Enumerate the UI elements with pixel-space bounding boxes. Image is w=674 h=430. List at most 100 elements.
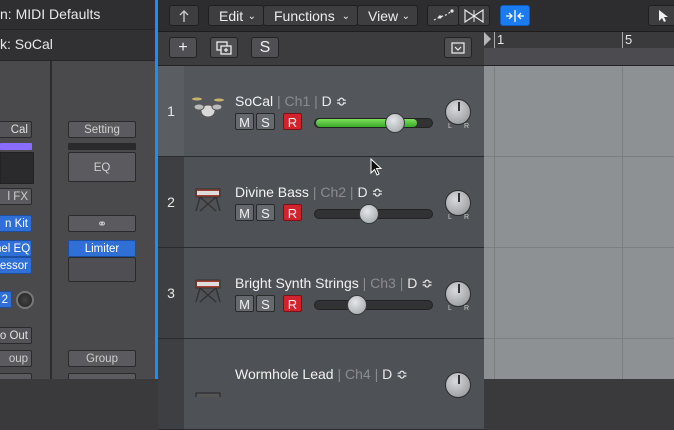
group-slot-left[interactable]: oup <box>0 350 32 367</box>
pan-left-label: L <box>448 305 452 312</box>
solo-button[interactable]: S <box>256 113 275 130</box>
solo-button[interactable]: S <box>256 295 275 312</box>
grid-line <box>484 247 674 248</box>
catch-icon <box>179 10 189 22</box>
pan-right-label: R <box>464 123 470 130</box>
send-slot[interactable]: 2 <box>0 291 12 308</box>
record-enable-button[interactable]: R <box>283 295 302 312</box>
track-header-4[interactable]: Wormhole Lead | Ch4 | D ≎ <box>158 339 484 430</box>
eq-thumbnail[interactable] <box>0 152 34 184</box>
group-slot-right[interactable]: Group <box>68 350 136 367</box>
track-channel-dropdown[interactable]: D ≎ <box>407 275 433 291</box>
volume-fader[interactable] <box>314 300 433 310</box>
synth-icon <box>195 392 221 397</box>
track-name-label: SoCal <box>235 93 274 109</box>
record-enable-button[interactable]: R <box>283 113 302 130</box>
track-name[interactable]: Divine Bass | Ch2 | D ≎ <box>235 184 383 201</box>
track-number: 2 <box>158 157 184 247</box>
grid-line <box>484 156 674 157</box>
pointer-tool-icon <box>659 10 668 22</box>
track-number: 3 <box>158 248 184 338</box>
track-channel-dropdown[interactable]: D ≎ <box>357 184 383 200</box>
track-inspector-header[interactable]: k: SoCal <box>0 30 157 61</box>
chevron-down-icon: ⌄ <box>247 11 256 22</box>
audio-fx-slot-1[interactable]: nel EQ <box>0 240 32 257</box>
functions-menu[interactable]: Functions ⌄ <box>263 5 358 26</box>
ruler-tick <box>622 32 623 48</box>
mute-button[interactable]: M <box>235 113 254 130</box>
ruler-tick <box>494 32 495 48</box>
edit-menu[interactable]: Edit ⌄ <box>208 5 264 26</box>
setting-button[interactable]: Setting <box>68 121 136 138</box>
view-menu[interactable]: View ⌄ <box>357 5 418 26</box>
automation-curve-icon <box>433 9 454 21</box>
ruler-bar-5: 5 <box>625 32 633 47</box>
track-channel-dropdown[interactable]: D ≎ <box>382 366 408 382</box>
midi-fx-slot[interactable]: l FX <box>0 188 32 205</box>
track-name-label: Divine Bass <box>235 184 309 200</box>
automation-slot-right[interactable] <box>68 373 136 379</box>
send-knob[interactable] <box>16 291 34 309</box>
flex-icon <box>464 8 484 24</box>
empty-fx-slot[interactable] <box>68 257 136 282</box>
volume-fader-knob[interactable] <box>346 295 367 315</box>
track-header-2[interactable]: 2 Divine Bass | Ch2 | D ≎ M S R L R <box>158 157 484 248</box>
track-name-label: Wormhole Lead <box>235 366 334 382</box>
grid-line <box>484 338 674 339</box>
track-name[interactable]: Wormhole Lead | Ch4 | D ≎ <box>235 366 408 383</box>
tracks-area[interactable] <box>484 66 674 379</box>
track-channel-label: | Ch3 | <box>362 275 404 291</box>
track-inspector-title: k: SoCal <box>0 36 53 52</box>
drum-kit-icon <box>192 97 224 118</box>
record-enable-button[interactable]: R <box>283 204 302 221</box>
marker-strip[interactable] <box>484 48 674 65</box>
track-number: 1 <box>158 66 184 156</box>
pan-knob[interactable] <box>445 99 471 125</box>
mute-button[interactable]: M <box>235 295 254 312</box>
catch-playhead-button[interactable] <box>500 5 530 26</box>
track-channel-label: | Ch1 | <box>277 93 318 109</box>
track-number <box>158 339 184 429</box>
automation-slot-left[interactable] <box>0 373 32 379</box>
track-header-1[interactable]: 1 SoCal | Ch1 | D ≎ M S R L R <box>158 66 484 157</box>
pan-knob[interactable] <box>445 190 471 216</box>
global-tracks-button[interactable] <box>444 37 472 58</box>
pan-knob[interactable] <box>445 281 471 307</box>
duplicate-track-icon <box>216 41 232 55</box>
pan-right-label: R <box>464 305 470 312</box>
duplicate-track-button[interactable] <box>210 37 238 58</box>
global-solo-button[interactable]: S <box>251 37 279 58</box>
output-slot[interactable]: o Out <box>0 327 32 344</box>
setting-slot[interactable]: Cal <box>0 121 32 138</box>
track-header-controls: + S <box>158 32 484 66</box>
region-inspector-title: n: MIDI Defaults <box>0 6 101 22</box>
eq-button[interactable]: EQ <box>68 152 136 182</box>
flex-button[interactable] <box>458 5 490 26</box>
mute-button[interactable]: M <box>235 204 254 221</box>
track-header-3[interactable]: 3 Bright Synth Strings | Ch3 | D ≎ M S R… <box>158 248 484 339</box>
instrument-slot[interactable]: n Kit <box>0 215 32 232</box>
track-channel-dropdown[interactable]: D ≎ <box>322 93 348 109</box>
limiter-slot[interactable]: Limiter <box>68 240 136 257</box>
volume-fader-knob[interactable] <box>358 204 379 224</box>
pan-knob[interactable] <box>445 372 471 398</box>
view-menu-label: View <box>368 8 399 24</box>
audio-fx-slot-2[interactable]: ressor <box>0 257 32 274</box>
ruler-bar-1: 1 <box>497 32 505 47</box>
grid-line <box>622 66 623 379</box>
catch-playhead-icon <box>506 10 524 22</box>
pan-left-label: L <box>448 214 452 221</box>
functions-menu-label: Functions <box>274 8 335 24</box>
link-button[interactable]: ⚭ <box>68 215 136 232</box>
solo-button[interactable]: S <box>256 204 275 221</box>
track-name[interactable]: SoCal | Ch1 | D ≎ <box>235 93 347 110</box>
edit-menu-label: Edit <box>219 8 244 24</box>
add-track-button[interactable]: + <box>169 37 197 58</box>
catch-button[interactable] <box>169 5 199 26</box>
eq-bar-right <box>68 143 136 150</box>
track-name[interactable]: Bright Synth Strings | Ch3 | D ≎ <box>235 275 433 292</box>
pointer-tool-button[interactable] <box>648 5 674 26</box>
volume-fader-knob[interactable] <box>385 113 406 133</box>
automation-button[interactable] <box>427 5 459 26</box>
region-inspector-header[interactable]: n: MIDI Defaults <box>0 0 157 30</box>
